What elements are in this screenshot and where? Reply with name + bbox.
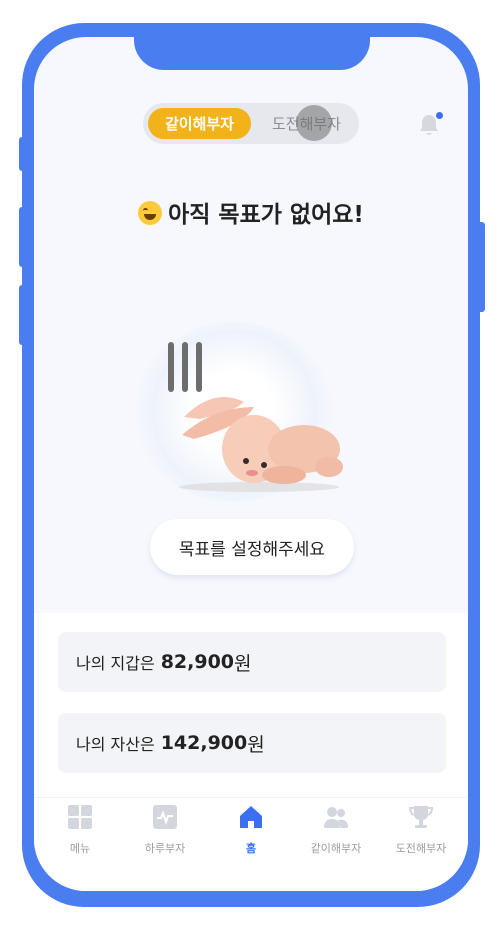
trophy-icon [408, 806, 434, 828]
tab-home[interactable]: 홈 [208, 804, 294, 856]
volume-up-button [19, 207, 25, 267]
tab-challenge[interactable]: 도전해부자 [378, 804, 464, 856]
notch [134, 37, 370, 70]
wallet-amount: 82,900 [160, 651, 235, 673]
bowing-rabbit-illustration [179, 397, 343, 492]
home-icon [240, 806, 262, 828]
grid-icon [68, 805, 92, 829]
users-icon [324, 807, 348, 828]
tab-daily-label: 하루부자 [144, 842, 186, 855]
tab-challenge-label: 도전해부자 [395, 842, 447, 855]
tab-menu-label: 메뉴 [69, 842, 91, 855]
tab-together-label: 같이해부자 [310, 842, 362, 855]
assets-card[interactable]: 나의 자산은 142,900 원 [58, 713, 446, 773]
tab-together[interactable]: 같이해부자 [293, 804, 379, 856]
laughing-emoji-icon [138, 201, 163, 225]
headline-text: 아직 목표가 없어요! [168, 202, 364, 228]
activity-icon [153, 805, 177, 829]
app-screen: 같이해부자 도전해부자 아직 목표가 없어요! 목표를 설정해주세요 나의 지갑… [34, 37, 468, 891]
wallet-unit: 원 [234, 652, 252, 675]
assets-amount: 142,900 [160, 732, 248, 754]
mute-switch [19, 137, 25, 171]
assets-prefix: 나의 자산은 [76, 735, 155, 754]
power-button [479, 222, 485, 312]
set-goal-button[interactable]: 목표를 설정해주세요 [150, 519, 354, 575]
wallet-card[interactable]: 나의 지갑은 82,900 원 [58, 632, 446, 692]
tab-menu[interactable]: 메뉴 [37, 804, 123, 856]
wallet-prefix: 나의 지갑은 [76, 654, 155, 673]
toggle-option-together[interactable]: 같이해부자 [148, 108, 251, 139]
bottom-tab-bar: 메뉴 하루부자 홈 같이해부자 도전해부자 [34, 797, 468, 891]
volume-down-button [19, 285, 25, 345]
assets-unit: 원 [247, 733, 265, 756]
notification-dot [436, 112, 443, 119]
touch-indicator [296, 105, 332, 141]
headline: 아직 목표가 없어요! [34, 195, 468, 229]
tab-daily[interactable]: 하루부자 [122, 804, 208, 856]
tab-home-label: 홈 [245, 842, 257, 855]
